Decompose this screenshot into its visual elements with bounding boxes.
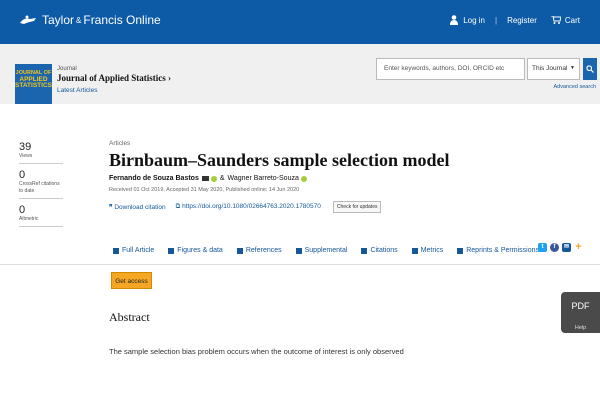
journal-name-link[interactable]: Journal of Applied Statistics ›: [57, 73, 171, 83]
author-list: Fernando de Souza Bastos & Wagner Barret…: [109, 175, 579, 182]
login-link[interactable]: Log in: [450, 15, 485, 25]
lamp-logo-icon: [20, 15, 36, 24]
download-citation-link[interactable]: ❞ Download citation: [109, 203, 166, 211]
print-icon: [457, 247, 464, 254]
pdf-label: PDF: [571, 301, 590, 311]
tab-references[interactable]: References: [236, 247, 282, 254]
site-header: Taylor & Francis Online Log in | Registe…: [0, 0, 600, 44]
chevron-down-icon: ▼: [570, 65, 575, 71]
journal-band: JOURNAL OF APPLIED STATISTICS Journal Jo…: [0, 44, 600, 104]
metric-crossref[interactable]: 0 CrossRef citations to date: [19, 169, 63, 199]
share-plus-icon[interactable]: +: [574, 242, 583, 253]
account-links: Log in | Register Cart: [450, 15, 580, 25]
tab-label: Citations: [370, 247, 398, 254]
search-icon: [586, 65, 594, 73]
document-icon: [113, 247, 119, 254]
metric-altmetric[interactable]: 0 Altmetric: [19, 204, 63, 227]
plus-box-icon: [295, 247, 302, 254]
tab-label: Supplemental: [304, 247, 348, 254]
register-link[interactable]: Register: [507, 16, 537, 25]
author-link[interactable]: Fernando de Souza Bastos: [109, 175, 199, 182]
search-scope-value: This Journal: [532, 65, 568, 72]
cart-icon: [550, 16, 561, 24]
journal-info: Journal Journal of Applied Statistics › …: [57, 66, 171, 94]
quote-icon: ❞: [109, 204, 113, 211]
tab-supplemental[interactable]: Supplemental: [295, 247, 348, 254]
doi-link[interactable]: ⧉ https://doi.org/10.1080/02664763.2020.…: [176, 203, 321, 211]
tab-label: Full Article: [122, 247, 155, 254]
cover-line: STATISTICS: [15, 82, 52, 89]
journal-label: Journal: [57, 66, 77, 72]
search-button[interactable]: [583, 58, 597, 80]
metric-label: CrossRef citations to date: [19, 181, 60, 194]
tab-metrics[interactable]: Metrics: [411, 247, 444, 254]
user-icon: [450, 15, 459, 25]
quote-icon: [361, 247, 368, 254]
advanced-search-link[interactable]: Advanced search: [554, 84, 597, 90]
citation-row: ❞ Download citation ⧉ https://doi.org/10…: [109, 201, 579, 213]
tab-label: Figures & data: [177, 247, 223, 254]
journal-cover-image[interactable]: JOURNAL OF APPLIED STATISTICS: [15, 64, 52, 104]
article-metrics: 39 Views 0 CrossRef citations to date 0 …: [19, 141, 63, 232]
publication-dates: Received 01 Oct 2019, Accepted 31 May 20…: [109, 187, 300, 193]
article-tabs: Full Article Figures & data References S…: [113, 247, 553, 254]
tabs-divider: [0, 264, 600, 265]
metric-label: Altmetric: [19, 216, 39, 222]
taylor-francis-logo[interactable]: Taylor & Francis Online: [18, 13, 161, 27]
twitter-icon[interactable]: t: [538, 243, 547, 252]
metric-views[interactable]: 39 Views: [19, 141, 63, 164]
facebook-icon[interactable]: f: [550, 243, 559, 252]
email-share-icon[interactable]: ✉: [562, 243, 571, 252]
tab-label: References: [245, 247, 282, 254]
help-label[interactable]: Help: [561, 325, 600, 331]
doi-label: https://doi.org/10.1080/02664763.2020.17…: [182, 203, 321, 210]
search-scope-select[interactable]: This Journal ▼: [527, 58, 580, 80]
tab-figures-data[interactable]: Figures & data: [168, 247, 223, 254]
check-for-updates-button[interactable]: Check for updates: [332, 201, 382, 213]
search-input[interactable]: Enter keywords, authors, DOI, ORCID etc: [376, 58, 525, 80]
metric-label: Views: [19, 153, 33, 159]
image-icon: [168, 247, 175, 254]
pdf-download-button[interactable]: PDF Help: [561, 292, 600, 333]
get-access-button[interactable]: Get access: [111, 272, 152, 289]
latest-articles-link[interactable]: Latest Articles: [57, 87, 171, 94]
cart-label: Cart: [564, 15, 580, 25]
article-type: Articles: [109, 140, 131, 147]
brand-ampersand: &: [76, 15, 82, 25]
author-link[interactable]: Wagner Barreto-Souza: [228, 175, 299, 182]
login-label: Log in: [463, 15, 485, 25]
metric-value: 39: [19, 141, 32, 153]
tab-label: Reprints & Permissions: [466, 247, 539, 254]
tab-full-article[interactable]: Full Article: [113, 247, 154, 254]
metric-value: 0: [19, 169, 26, 181]
abstract-text: The sample selection bias problem occurs…: [109, 347, 404, 356]
article-header: Articles Birnbaum–Saunders sample select…: [109, 140, 579, 213]
tab-label: Metrics: [420, 247, 444, 254]
article-title: Birnbaum–Saunders sample selection model: [109, 150, 450, 170]
tab-reprints-permissions[interactable]: Reprints & Permissions: [457, 247, 539, 254]
list-icon: [236, 247, 243, 254]
metric-value: 0: [19, 204, 26, 216]
author-separator: &: [219, 175, 225, 182]
tab-citations[interactable]: Citations: [361, 247, 398, 254]
external-link-icon: ⧉: [175, 203, 181, 210]
download-citation-label: Download citation: [114, 204, 166, 211]
abstract-heading: Abstract: [109, 310, 150, 324]
cart-link[interactable]: Cart: [550, 15, 580, 25]
nav-separator: |: [495, 15, 498, 25]
orcid-icon[interactable]: [300, 175, 307, 182]
orcid-icon[interactable]: [210, 175, 217, 182]
brand-name-left: Taylor: [42, 13, 75, 27]
brand-name-right: Francis Online: [83, 13, 161, 27]
share-icons: t f ✉ +: [538, 242, 586, 253]
bar-chart-icon: [411, 247, 418, 254]
email-icon[interactable]: [201, 176, 209, 181]
